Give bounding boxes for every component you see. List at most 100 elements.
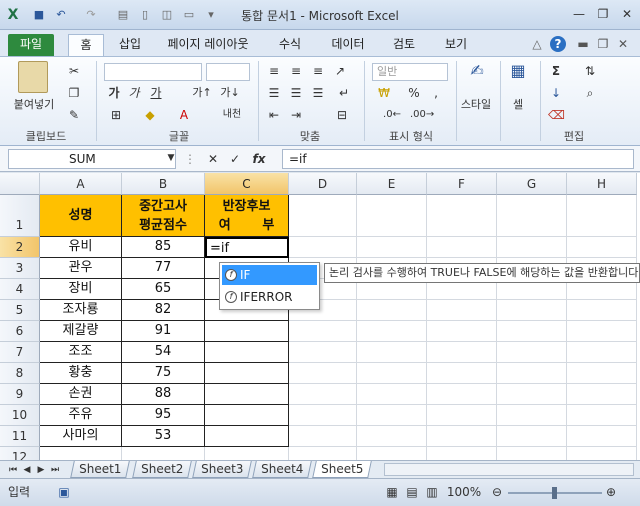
cell-b9[interactable]: 88 — [122, 384, 205, 405]
wb-minimize-icon[interactable]: ▬ — [576, 34, 590, 56]
cell-empty[interactable] — [497, 447, 567, 460]
phonetic-icon[interactable]: 내천 — [220, 107, 244, 123]
column-header-e[interactable]: E — [357, 173, 427, 195]
cell-empty[interactable] — [357, 405, 427, 426]
sheet-tab-2[interactable]: Sheet2 — [132, 461, 192, 478]
cell-empty[interactable] — [427, 237, 497, 258]
increase-indent-icon[interactable]: ⇥ — [288, 107, 304, 123]
cell-empty[interactable] — [427, 342, 497, 363]
macro-record-icon[interactable]: ▣ — [56, 484, 72, 500]
cell-empty[interactable] — [357, 426, 427, 447]
cell-empty[interactable] — [497, 342, 567, 363]
insert-function-button[interactable]: fx — [250, 151, 268, 167]
name-box-dropdown-icon[interactable]: ▼ — [166, 150, 176, 166]
row-header-4[interactable]: 4 — [0, 279, 40, 300]
cell-b4[interactable]: 65 — [122, 279, 205, 300]
align-bottom-icon[interactable]: ≡ — [310, 63, 326, 79]
horizontal-scrollbar[interactable] — [384, 463, 634, 476]
cell-empty[interactable] — [427, 384, 497, 405]
merge-center-icon[interactable]: ⊟ — [330, 107, 354, 123]
cell-empty[interactable] — [205, 405, 289, 426]
paste-icon[interactable] — [18, 61, 48, 93]
cell-a8[interactable]: 황충 — [40, 363, 122, 384]
restore-icon[interactable]: ❐ — [594, 6, 612, 22]
decrease-decimal-icon[interactable]: .00→ — [410, 107, 434, 123]
cell-empty[interactable] — [497, 321, 567, 342]
cell-empty[interactable] — [567, 195, 637, 237]
cell-empty[interactable] — [567, 447, 637, 460]
row-header-10[interactable]: 10 — [0, 405, 40, 426]
bold-button[interactable]: 가 — [106, 85, 122, 101]
page-break-view-icon[interactable]: ▥ — [424, 484, 440, 500]
cell-empty[interactable] — [205, 363, 289, 384]
cell-b10[interactable]: 95 — [122, 405, 205, 426]
row-header-9[interactable]: 9 — [0, 384, 40, 405]
sheet-tab-1[interactable]: Sheet1 — [70, 461, 130, 478]
column-header-g[interactable]: G — [497, 173, 567, 195]
cell-empty[interactable] — [497, 195, 567, 237]
row-header-7[interactable]: 7 — [0, 342, 40, 363]
underline-button[interactable]: 가 — [148, 85, 164, 101]
prev-sheet-icon[interactable]: ◀ — [22, 462, 32, 478]
cell-empty[interactable] — [567, 405, 637, 426]
row-header-5[interactable]: 5 — [0, 300, 40, 321]
tab-formulas[interactable]: 수식 — [272, 34, 308, 56]
cell-empty[interactable] — [497, 300, 567, 321]
cell-a10[interactable]: 주유 — [40, 405, 122, 426]
column-header-a[interactable]: A — [40, 173, 122, 195]
zoom-out-icon[interactable]: ⊖ — [490, 484, 504, 500]
cell-empty[interactable] — [205, 384, 289, 405]
cell-b3[interactable]: 77 — [122, 258, 205, 279]
cell-empty[interactable] — [497, 363, 567, 384]
cell-empty[interactable] — [567, 342, 637, 363]
currency-icon[interactable]: ₩ — [374, 85, 394, 101]
shrink-font-icon[interactable]: 가↓ — [218, 85, 242, 101]
font-name-combo[interactable] — [104, 63, 202, 81]
column-header-c[interactable]: C — [205, 173, 289, 195]
format-painter-icon[interactable]: ✎ — [66, 107, 82, 123]
close-icon[interactable]: ✕ — [618, 6, 636, 22]
comma-icon[interactable]: , — [428, 85, 444, 101]
align-center-icon[interactable]: ☰ — [288, 85, 304, 101]
italic-button[interactable]: 가 — [126, 85, 142, 101]
cell-empty[interactable] — [567, 321, 637, 342]
cell-a3[interactable]: 관우 — [40, 258, 122, 279]
page-layout-view-icon[interactable]: ▤ — [404, 484, 420, 500]
fill-color-icon[interactable]: ◆ — [140, 107, 160, 123]
column-header-b[interactable]: B — [122, 173, 205, 195]
cell-empty[interactable] — [289, 384, 357, 405]
cell-empty[interactable] — [289, 342, 357, 363]
help-icon[interactable]: ? — [550, 36, 566, 52]
cell-b2[interactable]: 85 — [122, 237, 205, 258]
row-header-2[interactable]: 2 — [0, 237, 40, 258]
cell-empty[interactable] — [567, 384, 637, 405]
align-middle-icon[interactable]: ≡ — [288, 63, 304, 79]
tab-page-layout[interactable]: 페이지 레이아웃 — [160, 34, 256, 56]
row-header-1[interactable]: 1 — [0, 195, 40, 237]
autosum-button[interactable]: Σ — [548, 63, 564, 79]
cell-c1[interactable]: 반장후보 여 부 — [205, 195, 289, 237]
cells-icon[interactable]: ▦ — [506, 63, 530, 91]
tab-review[interactable]: 검토 — [386, 34, 422, 56]
cell-b11[interactable]: 53 — [122, 426, 205, 447]
cell-empty[interactable] — [357, 195, 427, 237]
tab-data[interactable]: 데이터 — [326, 34, 370, 56]
wb-restore-icon[interactable]: ❐ — [596, 34, 610, 56]
cell-empty[interactable] — [427, 447, 497, 460]
cell-a7[interactable]: 조조 — [40, 342, 122, 363]
autocomplete-item-iferror[interactable]: f IFERROR — [222, 287, 317, 307]
cell-a9[interactable]: 손권 — [40, 384, 122, 405]
zoom-slider-thumb[interactable] — [552, 487, 557, 499]
styles-button-label[interactable]: 스타일 — [456, 97, 496, 113]
cell-empty[interactable] — [567, 363, 637, 384]
wb-close-icon[interactable]: ✕ — [616, 34, 630, 56]
cell-empty[interactable] — [427, 363, 497, 384]
cell-empty[interactable] — [40, 447, 122, 460]
row-header-12[interactable]: 12 — [0, 447, 40, 460]
cell-empty[interactable] — [357, 237, 427, 258]
tab-insert[interactable]: 삽입 — [112, 34, 148, 56]
grow-font-icon[interactable]: 가↑ — [190, 85, 214, 101]
paste-button-label[interactable]: 붙여넣기 — [6, 97, 62, 113]
cell-empty[interactable] — [289, 321, 357, 342]
minimize-icon[interactable]: — — [570, 6, 588, 22]
